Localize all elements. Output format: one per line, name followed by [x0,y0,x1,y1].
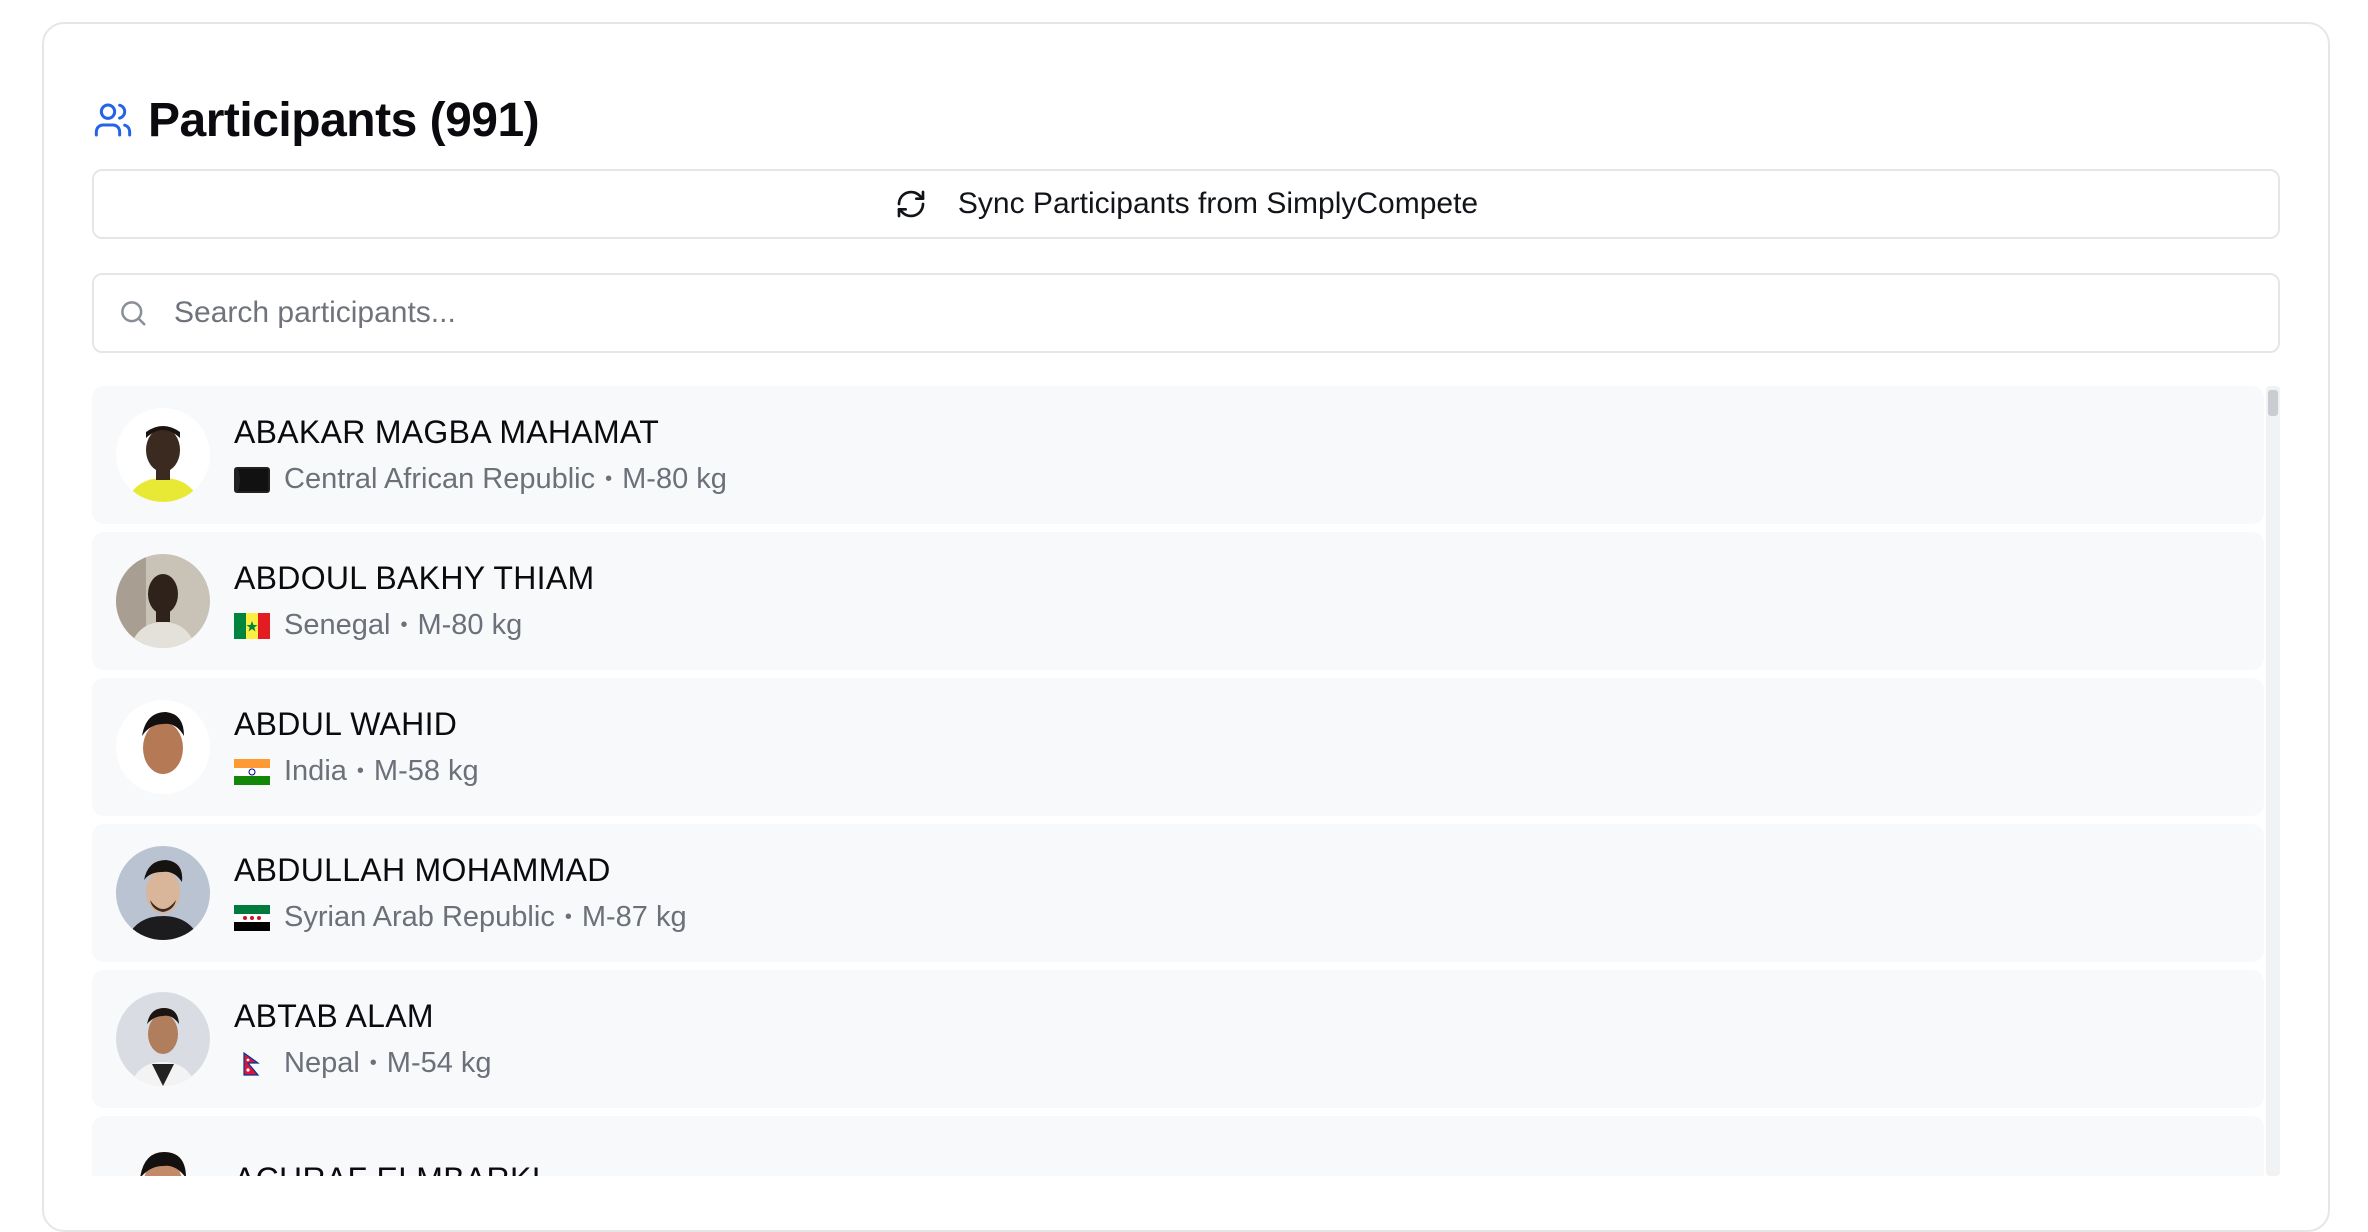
participant-name: ABDUL WAHID [234,706,458,742]
participant-row[interactable]: ABDUL WAHID India • M-58 kg [92,678,2264,816]
panel-header: Participants (991) [92,72,540,168]
participant-list: ABAKAR MAGBA MAHAMAT Central African Rep… [92,386,2280,1176]
list-scrollbar[interactable] [2266,386,2280,1176]
separator-dot: • [605,468,613,490]
participant-country: Syrian Arab Republic [284,901,555,933]
participant-row[interactable]: ABAKAR MAGBA MAHAMAT Central African Rep… [92,386,2264,524]
participant-country: India [284,755,347,787]
participant-row[interactable]: ACHRAF ELMBARKI [92,1116,2264,1176]
search-input[interactable] [172,295,2278,331]
flag-india-icon [234,758,270,785]
search-box [92,273,2280,353]
participant-category: M-58 kg [373,755,479,787]
separator-dot: • [369,1052,377,1074]
scrollbar-thumb[interactable] [2268,390,2278,416]
participant-category: M-80 kg [417,609,523,641]
participant-category: M-80 kg [622,463,727,495]
avatar [116,846,210,940]
sync-button-label: Sync Participants from SimplyCompete [957,187,1479,220]
participant-name: ABAKAR MAGBA MAHAMAT [234,414,660,450]
participant-row[interactable]: ABDULLAH MOHAMMAD Syrian Arab Republic •… [92,824,2264,962]
avatar [116,992,210,1086]
participant-name: ABDOUL BAKHY THIAM [234,560,595,596]
participant-row[interactable]: ABTAB ALAM Nepal • M-54 kg [92,970,2264,1108]
avatar [116,700,210,794]
participant-name: ABTAB ALAM [234,998,434,1034]
flag-nepal-icon [234,1051,270,1077]
separator-dot: • [564,906,572,928]
separator-dot: • [400,614,408,636]
search-icon [116,296,150,330]
participant-category: M-54 kg [386,1047,492,1079]
participant-name: ACHRAF ELMBARKI [234,1161,541,1177]
avatar [116,554,210,648]
flag-senegal-icon [234,612,270,639]
participant-country: Central African Republic [284,463,596,495]
participant-name: ABDULLAH MOHAMMAD [234,852,611,888]
refresh-icon [894,187,928,221]
separator-dot: • [356,760,364,782]
flag-central-african-republic-icon [234,466,270,493]
page-title: Participants (991) [148,93,540,147]
participant-country: Nepal [284,1047,360,1079]
sync-participants-button[interactable]: Sync Participants from SimplyCompete [92,169,2280,239]
participant-category: M-87 kg [581,901,687,933]
flag-syria-icon [234,904,270,931]
avatar [116,1138,210,1176]
participant-country: Senegal [284,609,391,641]
avatar [116,408,210,502]
participants-card: Participants (991) Sync Participants fro… [42,22,2330,1232]
participant-row[interactable]: ABDOUL BAKHY THIAM Senegal • M-80 kg [92,532,2264,670]
users-icon [92,99,134,141]
